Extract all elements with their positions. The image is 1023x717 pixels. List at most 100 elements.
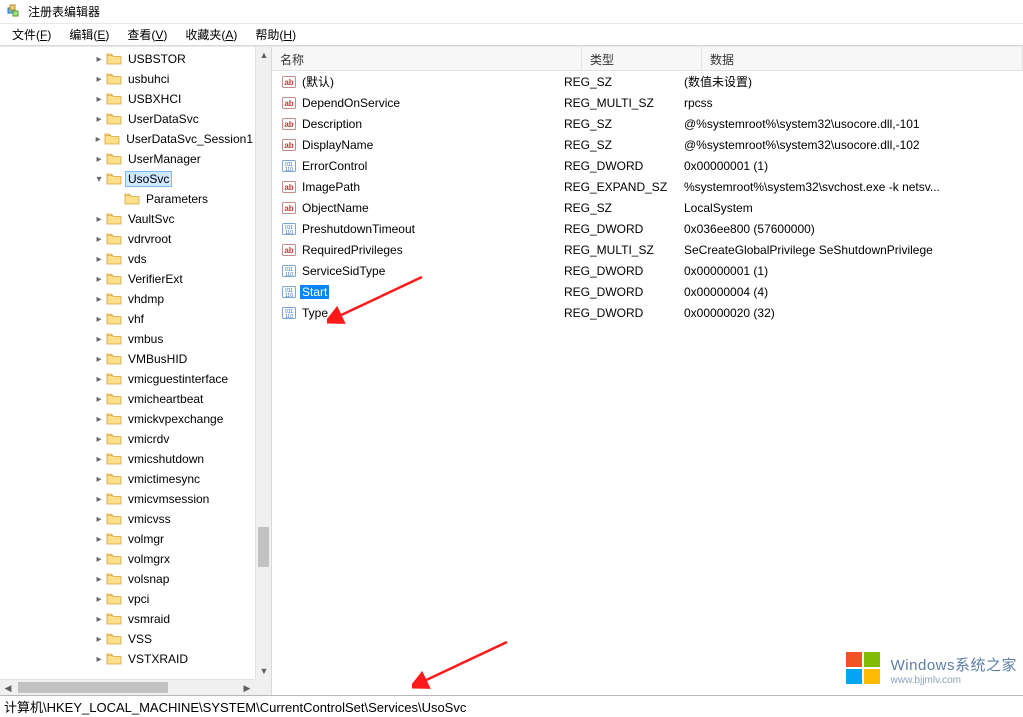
tree-node[interactable]: ▸volsnap (0, 569, 255, 589)
svg-text:ab: ab (284, 120, 293, 129)
value-data: (数值未设置) (684, 73, 1023, 90)
tree-node[interactable]: ▸vmicrdv (0, 429, 255, 449)
tree-node[interactable]: ▸UserManager (0, 149, 255, 169)
tree-node[interactable]: ▸vmickvpexchange (0, 409, 255, 429)
expand-toggle-icon[interactable]: ▸ (92, 72, 106, 86)
tree-node[interactable]: ▸vpci (0, 589, 255, 609)
tree-node[interactable]: ▸vds (0, 249, 255, 269)
tree-node[interactable]: ▸vsmraid (0, 609, 255, 629)
registry-value-row[interactable]: 011110PreshutdownTimeoutREG_DWORD0x036ee… (272, 218, 1023, 239)
list-body[interactable]: ab(默认)REG_SZ(数值未设置)abDependOnServiceREG_… (272, 71, 1023, 695)
value-data: @%systemroot%\system32\usocore.dll,-101 (684, 117, 1023, 131)
expand-toggle-icon[interactable]: ▸ (92, 252, 106, 266)
expand-toggle-icon[interactable]: ▸ (92, 312, 106, 326)
menu-帮助[interactable]: 帮助(H) (247, 24, 304, 45)
folder-icon (106, 572, 122, 586)
expand-toggle-icon[interactable]: ▸ (92, 352, 106, 366)
scroll-right-icon[interactable]: ▶ (239, 680, 255, 695)
tree-node[interactable]: ▸volmgr (0, 529, 255, 549)
tree-node[interactable]: ▸volmgrx (0, 549, 255, 569)
expand-toggle-icon[interactable]: ▸ (92, 92, 106, 106)
registry-value-row[interactable]: abImagePathREG_EXPAND_SZ%systemroot%\sys… (272, 176, 1023, 197)
tree-node[interactable]: ▸vmbus (0, 329, 255, 349)
registry-value-row[interactable]: abObjectNameREG_SZLocalSystem (272, 197, 1023, 218)
expand-toggle-icon[interactable]: ▸ (92, 372, 106, 386)
column-header-type[interactable]: 类型 (582, 47, 702, 70)
tree-node[interactable]: ▸vmicheartbeat (0, 389, 255, 409)
scroll-up-icon[interactable]: ▲ (256, 47, 272, 63)
value-type: REG_SZ (564, 75, 684, 89)
tree-scrollbar-vertical[interactable]: ▲ ▼ (255, 47, 271, 679)
registry-value-row[interactable]: abDisplayNameREG_SZ@%systemroot%\system3… (272, 134, 1023, 155)
expand-toggle-icon[interactable]: ▸ (92, 492, 106, 506)
expand-toggle-icon[interactable]: ▸ (92, 52, 106, 66)
column-header-data[interactable]: 数据 (702, 47, 1023, 70)
scroll-down-icon[interactable]: ▼ (256, 663, 272, 679)
expand-toggle-icon[interactable]: ▸ (92, 132, 104, 146)
menu-查看[interactable]: 查看(V) (119, 24, 175, 45)
scroll-left-icon[interactable]: ◀ (0, 680, 16, 695)
tree-node[interactable]: ▸UserDataSvc_Session1 (0, 129, 255, 149)
expand-toggle-icon[interactable]: ▸ (92, 532, 106, 546)
tree-node[interactable]: ▸VaultSvc (0, 209, 255, 229)
expand-toggle-icon[interactable]: ▸ (92, 652, 106, 666)
expand-toggle-icon[interactable]: ▸ (92, 612, 106, 626)
menu-文件[interactable]: 文件(F) (4, 24, 59, 45)
tree-node[interactable]: ▸ UserDataSvc (0, 109, 255, 129)
tree-node[interactable]: ▸vmicguestinterface (0, 369, 255, 389)
expand-toggle-icon[interactable]: ▸ (92, 112, 106, 126)
expand-toggle-icon[interactable]: ▸ (92, 392, 106, 406)
registry-value-row[interactable]: 011110ErrorControlREG_DWORD0x00000001 (1… (272, 155, 1023, 176)
tree-node[interactable]: ▸USBSTOR (0, 49, 255, 69)
expand-toggle-icon[interactable]: ▸ (92, 412, 106, 426)
tree-node[interactable]: ▸VMBusHID (0, 349, 255, 369)
column-header-name[interactable]: 名称 (272, 47, 582, 70)
registry-value-row[interactable]: 011110ServiceSidTypeREG_DWORD0x00000001 … (272, 260, 1023, 281)
expand-toggle-icon[interactable]: ▸ (92, 232, 106, 246)
expand-toggle-icon[interactable]: ▸ (92, 472, 106, 486)
registry-value-row[interactable]: 011110StartREG_DWORD0x00000004 (4) (272, 281, 1023, 302)
tree-node[interactable]: ▸VerifierExt (0, 269, 255, 289)
tree-node[interactable]: ▸vmicshutdown (0, 449, 255, 469)
value-type: REG_SZ (564, 117, 684, 131)
expand-toggle-icon[interactable]: ▸ (92, 552, 106, 566)
tree-scroll[interactable]: ▸USBSTOR▸usbuhci▸USBXHCI▸UserDataSvc▸Use… (0, 47, 255, 679)
tree-node[interactable]: ▸vmictimesync (0, 469, 255, 489)
expand-toggle-icon[interactable]: ▸ (92, 632, 106, 646)
tree-scroll-thumb-h[interactable] (18, 682, 168, 693)
tree-node-label: UserDataSvc (126, 112, 201, 126)
tree-scrollbar-horizontal[interactable]: ◀ ▶ (0, 679, 255, 695)
expand-toggle-icon[interactable]: ▸ (92, 212, 106, 226)
expand-toggle-icon[interactable]: ▸ (92, 292, 106, 306)
tree-scroll-thumb-v[interactable] (258, 527, 269, 567)
tree-node[interactable]: ▸vhf (0, 309, 255, 329)
registry-value-row[interactable]: abRequiredPrivilegesREG_MULTI_SZSeCreate… (272, 239, 1023, 260)
tree-node[interactable]: ▾UsoSvc (0, 169, 255, 189)
tree-node[interactable]: ▸VSS (0, 629, 255, 649)
tree-node[interactable]: ▸vhdmp (0, 289, 255, 309)
registry-value-row[interactable]: abDescriptionREG_SZ@%systemroot%\system3… (272, 113, 1023, 134)
expand-toggle-icon[interactable]: ▸ (92, 452, 106, 466)
expand-toggle-icon[interactable]: ▸ (92, 432, 106, 446)
expand-toggle-icon[interactable]: ▸ (92, 332, 106, 346)
tree-node[interactable]: ▸vmicvss (0, 509, 255, 529)
tree-node[interactable]: ▸vmicvmsession (0, 489, 255, 509)
expand-toggle-icon[interactable]: ▸ (92, 152, 106, 166)
expand-toggle-icon[interactable]: ▸ (92, 272, 106, 286)
expand-toggle-icon[interactable]: ▾ (92, 172, 106, 186)
tree-node[interactable]: ▸usbuhci (0, 69, 255, 89)
registry-value-row[interactable]: 011110TypeREG_DWORD0x00000020 (32) (272, 302, 1023, 323)
tree-node[interactable]: ▸VSTXRAID (0, 649, 255, 669)
tree-node[interactable]: ▸Parameters (0, 189, 255, 209)
expand-toggle-icon[interactable]: ▸ (92, 592, 106, 606)
tree-node[interactable]: ▸USBXHCI (0, 89, 255, 109)
registry-value-row[interactable]: abDependOnServiceREG_MULTI_SZrpcss (272, 92, 1023, 113)
expand-toggle-icon[interactable]: ▸ (92, 572, 106, 586)
svg-text:ab: ab (284, 246, 293, 255)
menu-编辑[interactable]: 编辑(E) (61, 24, 117, 45)
registry-value-row[interactable]: ab(默认)REG_SZ(数值未设置) (272, 71, 1023, 92)
tree-node[interactable]: ▸vdrvroot (0, 229, 255, 249)
expand-toggle-icon[interactable]: ▸ (92, 512, 106, 526)
menu-收藏夹[interactable]: 收藏夹(A) (177, 24, 245, 45)
value-name: ServiceSidType (300, 264, 387, 278)
